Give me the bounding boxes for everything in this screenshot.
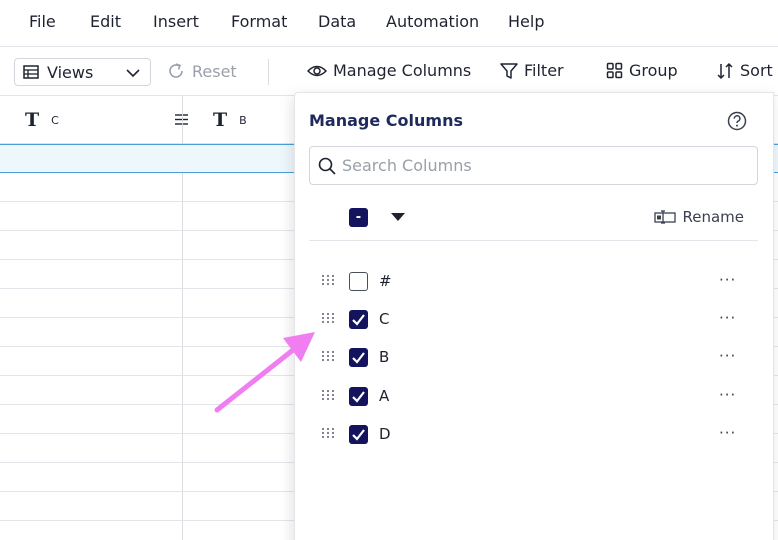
menu-file[interactable]: File <box>29 12 56 31</box>
bulk-actions-row: - Rename <box>309 199 758 241</box>
rename-label: Rename <box>682 208 744 226</box>
reset-icon <box>169 63 183 78</box>
column-list-label: A <box>379 387 390 405</box>
check-icon <box>352 429 365 441</box>
column-list-item-hash[interactable]: # ··· <box>295 263 773 301</box>
menu-bar: File Edit Insert Format Data Automation … <box>0 0 778 46</box>
drag-handle-icon[interactable] <box>321 274 337 286</box>
more-icon[interactable]: ··· <box>719 424 736 442</box>
group-icon <box>606 62 623 79</box>
views-select[interactable]: Views <box>14 58 151 86</box>
column-visibility-checkbox[interactable] <box>349 310 368 329</box>
search-columns-input[interactable] <box>342 156 742 175</box>
drag-handle-icon[interactable] <box>321 427 337 439</box>
text-type-icon: T <box>213 109 228 131</box>
column-visibility-checkbox[interactable] <box>349 387 368 406</box>
toolbar-divider <box>268 59 269 85</box>
sort-icon <box>717 62 733 79</box>
check-icon <box>352 352 365 364</box>
menu-help[interactable]: Help <box>508 12 544 31</box>
column-list-item-d[interactable]: D ··· <box>295 416 773 454</box>
sort-label: Sort <box>740 61 773 80</box>
column-header-c[interactable]: T C <box>25 96 188 144</box>
menu-edit[interactable]: Edit <box>90 12 121 31</box>
group-label: Group <box>629 61 678 80</box>
search-icon <box>318 157 336 175</box>
column-list-item-c[interactable]: C ··· <box>295 301 773 339</box>
menu-automation[interactable]: Automation <box>386 12 479 31</box>
manage-columns-label: Manage Columns <box>333 61 472 80</box>
more-icon[interactable]: ··· <box>719 347 736 365</box>
table-icon <box>23 65 39 79</box>
select-all-checkbox[interactable]: - <box>349 208 368 227</box>
column-list-item-b[interactable]: B ··· <box>295 339 773 377</box>
menu-format[interactable]: Format <box>231 12 287 31</box>
manage-columns-button[interactable]: Manage Columns <box>307 61 471 80</box>
more-icon[interactable]: ··· <box>719 271 736 289</box>
column-visibility-checkbox[interactable] <box>349 425 368 444</box>
more-icon[interactable]: ··· <box>719 309 736 327</box>
column-header-b[interactable]: T B <box>213 96 293 144</box>
chevron-down-icon <box>126 69 140 78</box>
filter-button[interactable]: Filter <box>500 61 564 80</box>
column-visibility-checkbox[interactable] <box>349 348 368 367</box>
column-list-label: B <box>379 348 390 366</box>
help-icon[interactable] <box>727 111 747 131</box>
rename-icon <box>654 210 677 224</box>
reset-button[interactable]: Reset <box>166 61 237 81</box>
more-icon[interactable]: ··· <box>719 386 736 404</box>
caret-down-icon[interactable] <box>391 212 405 222</box>
toolbar: Views Reset Manage Columns Filter Group … <box>0 46 778 96</box>
reset-label: Reset <box>192 61 237 81</box>
column-list-item-a[interactable]: A ··· <box>295 378 773 416</box>
menu-insert[interactable]: Insert <box>153 12 199 31</box>
arrow-annotation-icon <box>214 332 315 413</box>
column-visibility-checkbox[interactable] <box>349 272 368 291</box>
menu-data[interactable]: Data <box>318 12 356 31</box>
group-button[interactable]: Group <box>606 61 678 80</box>
filter-icon <box>500 62 518 79</box>
column-header-name: B <box>239 113 247 127</box>
eye-icon <box>307 65 327 76</box>
column-list-label: C <box>379 310 390 328</box>
manage-columns-panel: Manage Columns - Rename <box>294 92 774 540</box>
rename-button[interactable]: Rename <box>654 208 744 226</box>
sort-button[interactable]: Sort <box>716 61 773 80</box>
column-header-name: C <box>51 113 59 127</box>
views-label: Views <box>47 62 94 82</box>
search-columns-box[interactable] <box>309 146 758 185</box>
check-icon <box>352 314 365 326</box>
column-list-label: D <box>379 425 391 443</box>
panel-title: Manage Columns <box>309 111 463 130</box>
column-list-label: # <box>379 272 392 290</box>
filter-label: Filter <box>524 61 564 80</box>
text-type-icon: T <box>25 109 40 131</box>
check-icon <box>352 391 365 403</box>
